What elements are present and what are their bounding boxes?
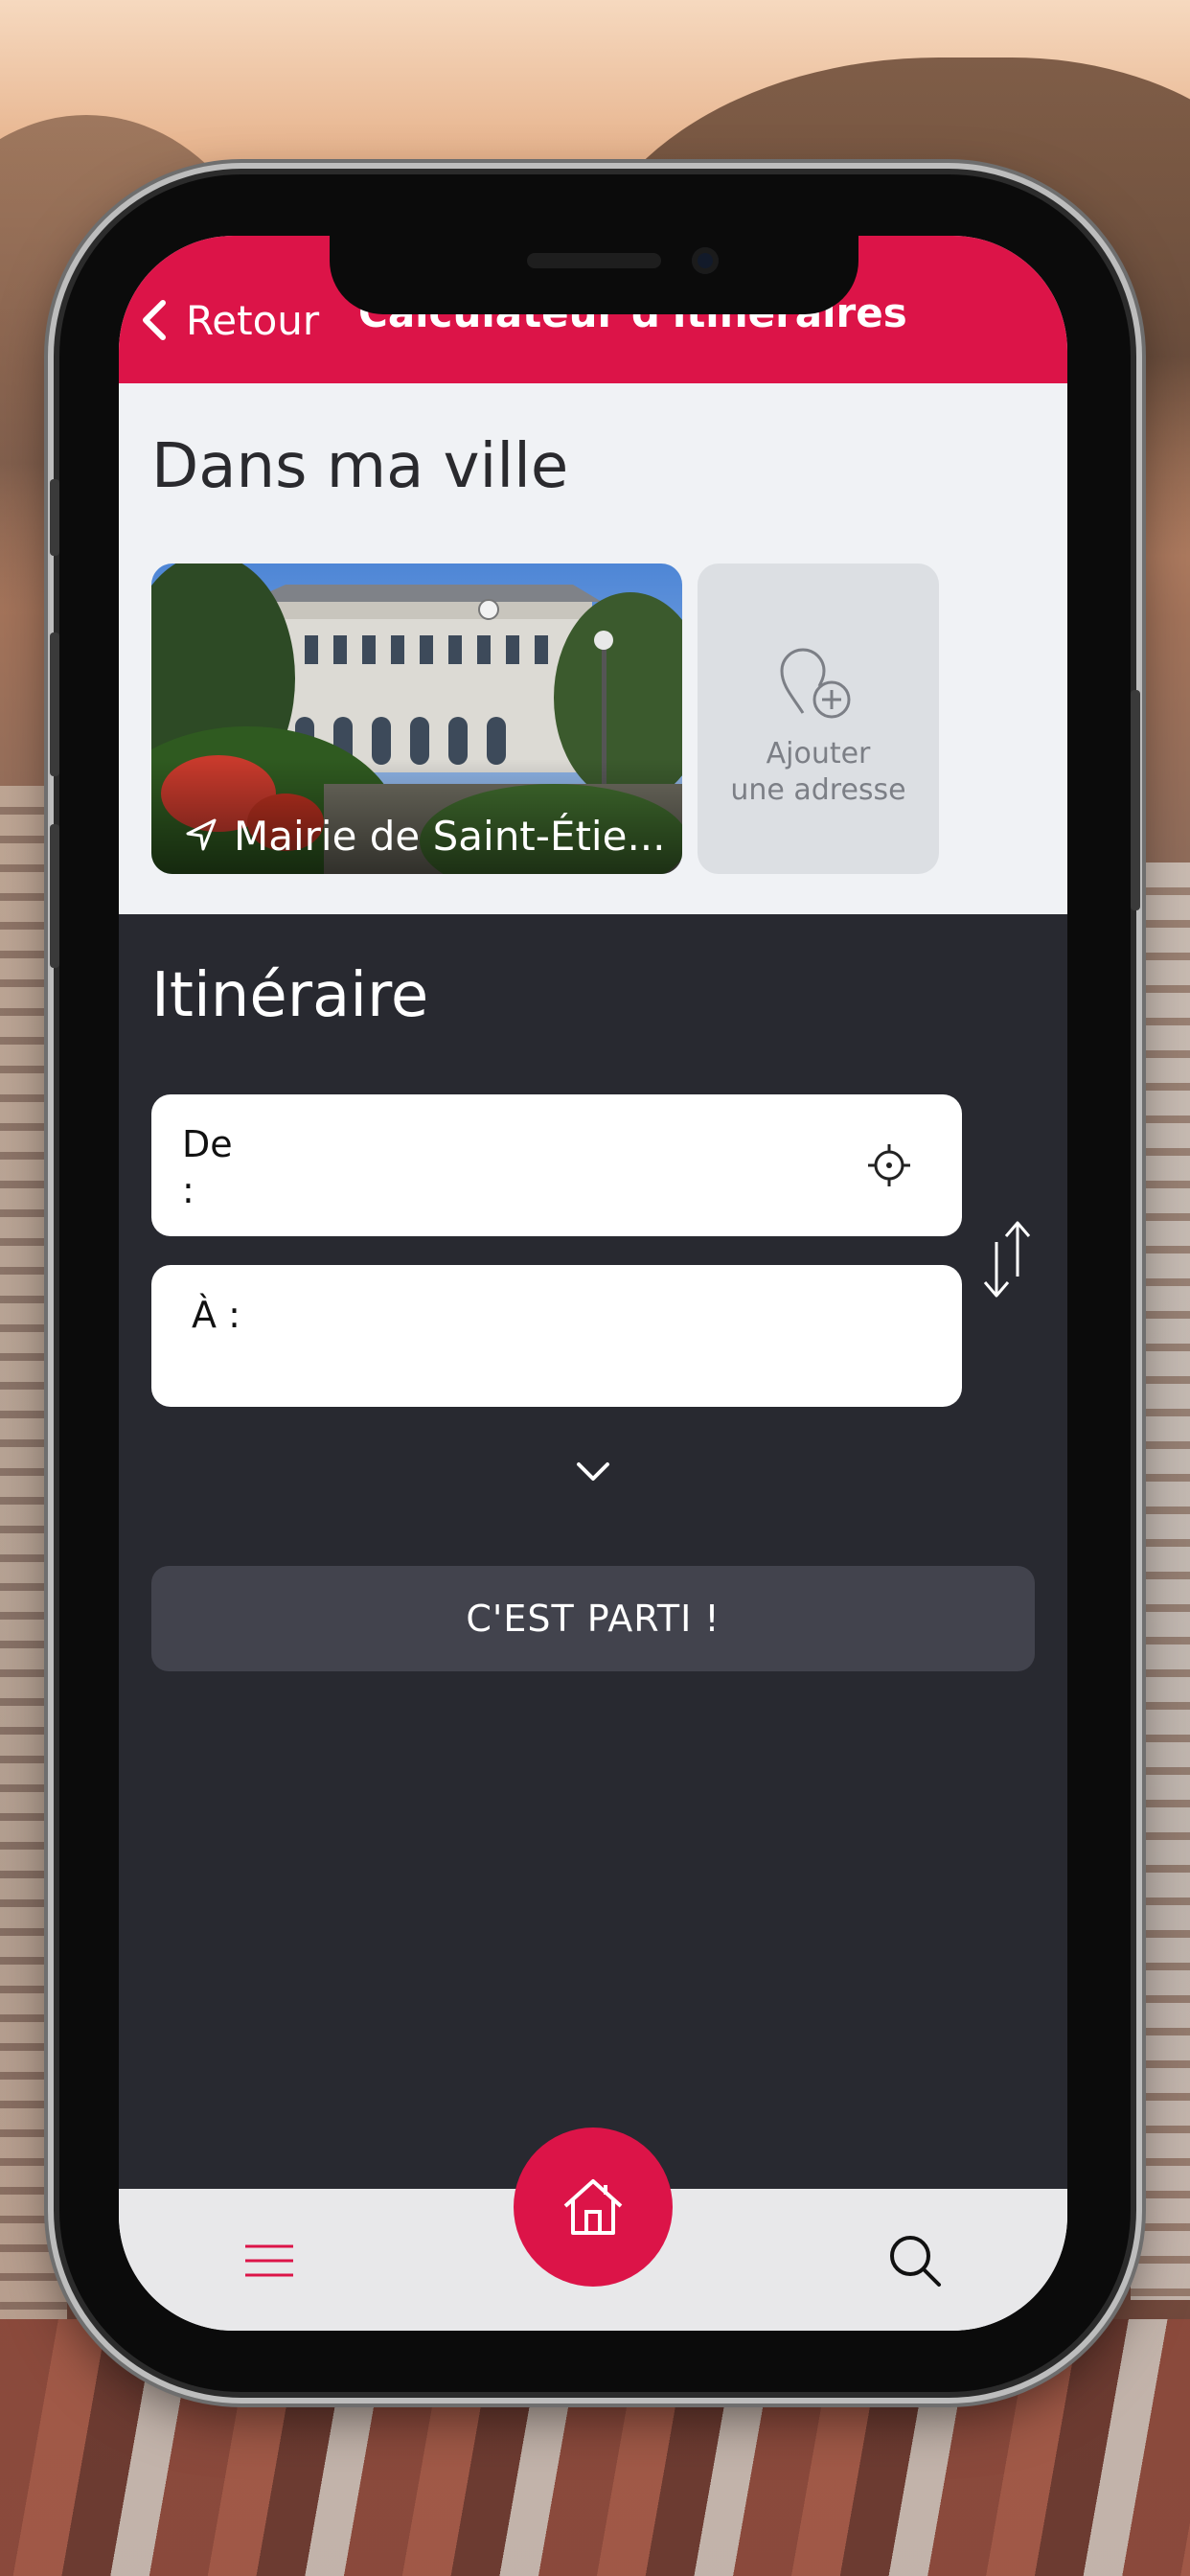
place-card-label: Mairie de Saint-Étie... bbox=[234, 812, 666, 860]
chevron-left-icon bbox=[143, 300, 166, 340]
phone-camera bbox=[692, 247, 719, 274]
hamburger-menu-icon[interactable] bbox=[240, 2237, 299, 2285]
phone-volume-up bbox=[50, 632, 59, 776]
place-card-caption: Mairie de Saint-Étie... bbox=[182, 807, 666, 864]
phone-notch bbox=[330, 236, 858, 314]
crosshair-icon[interactable] bbox=[862, 1138, 916, 1192]
itinerary-section: Itinéraire De : À : C'EST PARTI ! bbox=[119, 914, 1067, 2189]
chevron-down-icon[interactable] bbox=[571, 1449, 615, 1493]
add-address-label-line1: Ajouter bbox=[766, 737, 871, 770]
swap-vertical-icon[interactable] bbox=[973, 1213, 1042, 1305]
place-card-mairie[interactable]: Mairie de Saint-Étie... bbox=[151, 564, 682, 874]
phone-speaker bbox=[527, 253, 661, 268]
from-label: De : bbox=[182, 1123, 233, 1211]
add-address-label: Ajouter une adresse bbox=[713, 736, 924, 809]
city-section-title: Dans ma ville bbox=[151, 431, 569, 502]
from-field[interactable]: De : bbox=[151, 1094, 962, 1236]
map-pin-plus-icon bbox=[780, 648, 851, 719]
to-field[interactable]: À : bbox=[151, 1265, 962, 1407]
itinerary-title: Itinéraire bbox=[151, 960, 429, 1031]
phone-mute-switch bbox=[50, 479, 59, 556]
app-screen: Retour Calculateur d'itinéraires Dans ma… bbox=[119, 236, 1067, 2331]
to-label: À : bbox=[192, 1294, 240, 1336]
add-address-label-line2: une adresse bbox=[730, 773, 906, 807]
home-icon bbox=[563, 2179, 623, 2235]
phone-power-button bbox=[1131, 690, 1140, 910]
back-button[interactable]: Retour bbox=[128, 291, 319, 349]
add-address-card[interactable]: Ajouter une adresse bbox=[698, 564, 939, 874]
back-label: Retour bbox=[186, 296, 320, 344]
submit-itinerary-button[interactable]: C'EST PARTI ! bbox=[151, 1566, 1035, 1671]
phone-volume-down bbox=[50, 824, 59, 968]
home-button[interactable] bbox=[514, 2128, 673, 2287]
navigation-arrow-icon bbox=[186, 818, 217, 851]
search-icon[interactable] bbox=[885, 2231, 945, 2290]
city-section: Dans ma ville Mairie de Saint-Étie... Aj… bbox=[119, 383, 1067, 914]
